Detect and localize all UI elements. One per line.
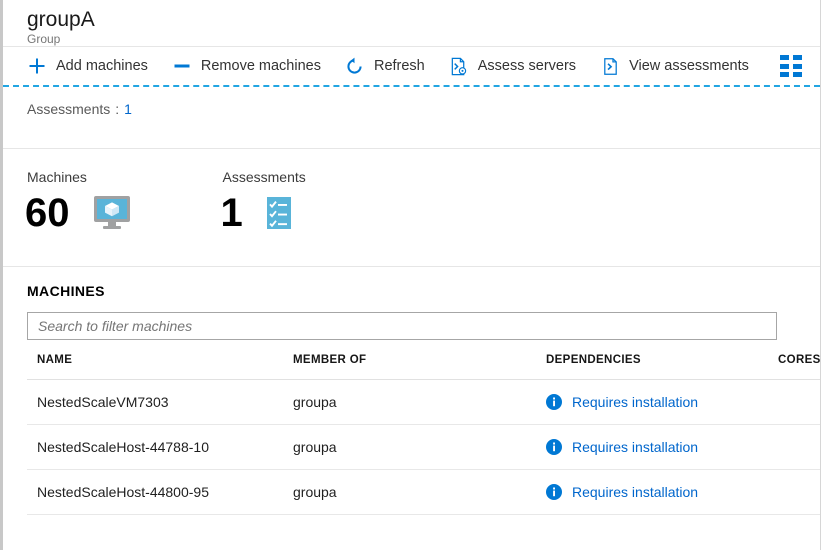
cell-member-of: groupa bbox=[283, 469, 536, 515]
refresh-button[interactable]: Refresh bbox=[339, 50, 435, 82]
column-header-cores[interactable]: CORES bbox=[768, 354, 820, 380]
machines-section: MACHINES NAME MEMBER OF DEPENDENCIES COR… bbox=[3, 267, 820, 515]
dependencies-link[interactable]: Requires installation bbox=[572, 439, 698, 455]
tile-gap bbox=[132, 169, 217, 248]
column-header-name[interactable]: NAME bbox=[27, 354, 283, 380]
machines-tile[interactable]: Machines 60 bbox=[21, 169, 132, 248]
page-title: groupA bbox=[27, 8, 95, 31]
summary-tiles: Machines 60 Assessments 1 bbox=[3, 149, 820, 267]
cell-cores: 1 bbox=[768, 469, 820, 515]
column-header-member-of[interactable]: MEMBER OF bbox=[283, 354, 536, 380]
table-header-row: NAME MEMBER OF DEPENDENCIES CORES bbox=[27, 354, 820, 380]
machines-table-body: NestedScaleVM7303 groupa Requires instal… bbox=[27, 379, 820, 515]
search-input[interactable] bbox=[28, 313, 776, 339]
assessments-filter-pill[interactable]: Assessments:1 bbox=[27, 101, 132, 117]
checklist-icon bbox=[265, 196, 293, 230]
view-assessments-button[interactable]: View assessments bbox=[594, 50, 759, 82]
azure-migrate-group-blade: groupA Group Add machines Remove machine… bbox=[0, 0, 821, 550]
assessments-filter-value: 1 bbox=[124, 101, 132, 117]
cell-member-of: groupa bbox=[283, 424, 536, 470]
cell-cores: 1 bbox=[768, 424, 820, 470]
machines-count: 60 bbox=[25, 191, 70, 235]
table-row[interactable]: NestedScaleVM7303 groupa Requires instal… bbox=[27, 379, 820, 425]
cell-dependencies: Requires installation bbox=[536, 424, 768, 470]
command-bar: Add machines Remove machines Refresh Ass… bbox=[3, 47, 820, 87]
cell-member-of: groupa bbox=[283, 379, 536, 425]
column-header-dependencies[interactable]: DEPENDENCIES bbox=[536, 354, 768, 380]
dependencies-wrap: Requires installation bbox=[546, 484, 768, 500]
refresh-label: Refresh bbox=[373, 58, 425, 74]
machines-tile-label: Machines bbox=[27, 169, 87, 185]
assessments-tile-body: 1 bbox=[217, 191, 306, 235]
machines-section-title: MACHINES bbox=[27, 283, 105, 299]
server-monitor-icon bbox=[92, 194, 132, 232]
view-assessments-icon bbox=[600, 56, 620, 76]
assess-servers-label: Assess servers bbox=[477, 58, 577, 74]
remove-machines-button[interactable]: Remove machines bbox=[166, 50, 331, 82]
filter-bar: Assessments:1 bbox=[3, 87, 820, 149]
assessments-tile[interactable]: Assessments 1 bbox=[217, 169, 306, 248]
blade-header: groupA Group bbox=[3, 0, 820, 47]
dependencies-wrap: Requires installation bbox=[546, 439, 768, 455]
minus-icon bbox=[172, 56, 192, 76]
assessments-count: 1 bbox=[220, 191, 243, 235]
machines-table-head: NAME MEMBER OF DEPENDENCIES CORES bbox=[27, 354, 820, 380]
search-machines-box[interactable] bbox=[27, 312, 777, 340]
assessments-filter-separator: : bbox=[115, 101, 120, 117]
info-icon bbox=[546, 484, 562, 500]
cell-cores: 1 bbox=[768, 379, 820, 425]
dependencies-link[interactable]: Requires installation bbox=[572, 484, 698, 500]
page-subtitle: Group bbox=[27, 32, 61, 46]
cell-dependencies: Requires installation bbox=[536, 379, 768, 425]
refresh-icon bbox=[345, 56, 365, 76]
grid-row bbox=[780, 55, 802, 60]
cell-machine-name: NestedScaleHost-44788-10 bbox=[27, 424, 283, 470]
grid-columns-icon[interactable] bbox=[780, 55, 802, 77]
grid-row bbox=[780, 72, 802, 77]
assess-servers-button[interactable]: Assess servers bbox=[443, 50, 586, 82]
cell-machine-name: NestedScaleVM7303 bbox=[27, 379, 283, 425]
remove-machines-label: Remove machines bbox=[200, 58, 321, 74]
info-icon bbox=[546, 394, 562, 410]
dependencies-link[interactable]: Requires installation bbox=[572, 394, 698, 410]
table-row[interactable]: NestedScaleHost-44800-95 groupa Requires… bbox=[27, 469, 820, 515]
table-row[interactable]: NestedScaleHost-44788-10 groupa Requires… bbox=[27, 424, 820, 470]
assessments-filter-label: Assessments bbox=[27, 101, 111, 117]
cell-machine-name: NestedScaleHost-44800-95 bbox=[27, 469, 283, 515]
add-machines-button[interactable]: Add machines bbox=[21, 50, 158, 82]
plus-icon bbox=[27, 56, 47, 76]
grid-row bbox=[780, 63, 802, 69]
assessments-tile-label: Assessments bbox=[222, 169, 306, 185]
add-machines-label: Add machines bbox=[56, 58, 148, 74]
cell-dependencies: Requires installation bbox=[536, 469, 768, 515]
machines-tile-body: 60 bbox=[21, 191, 132, 235]
info-icon bbox=[546, 439, 562, 455]
dependencies-wrap: Requires installation bbox=[546, 394, 768, 410]
assess-servers-icon bbox=[449, 56, 469, 76]
view-assessments-label: View assessments bbox=[629, 58, 749, 74]
machines-table: NAME MEMBER OF DEPENDENCIES CORES Nested… bbox=[27, 354, 820, 515]
